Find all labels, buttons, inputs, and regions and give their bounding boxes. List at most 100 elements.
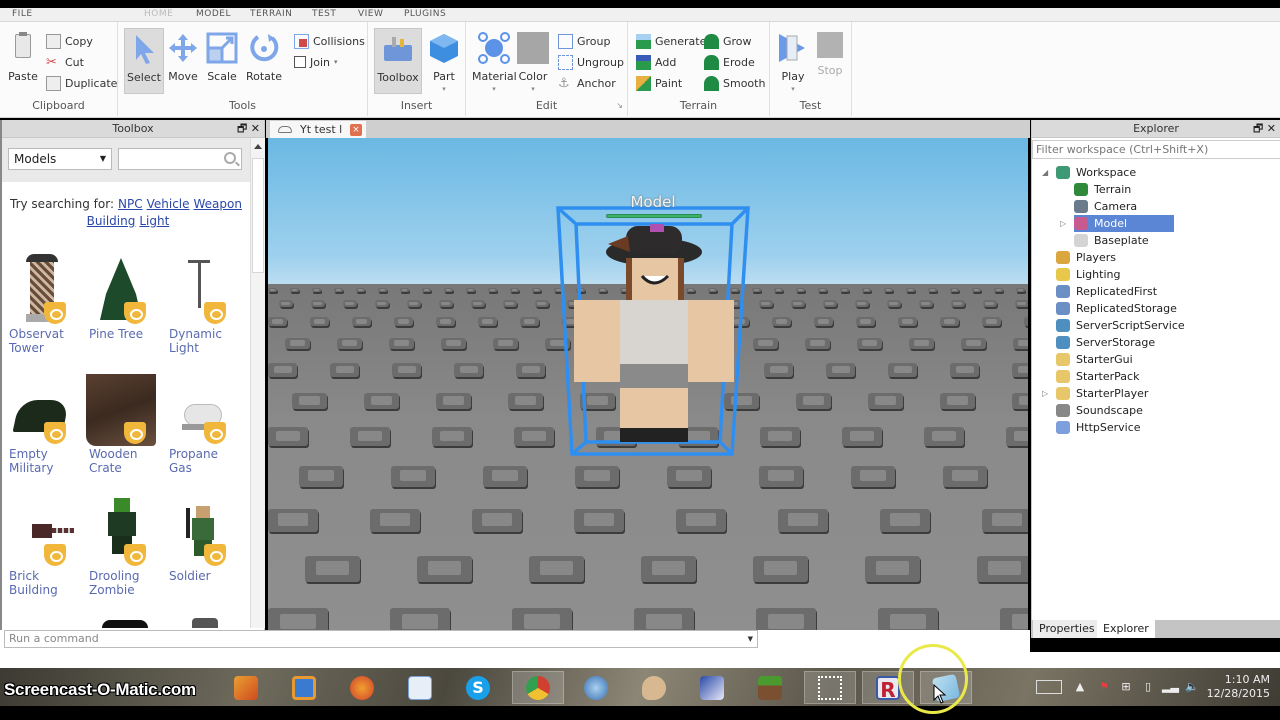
color-button[interactable]: Color ▾: [516, 28, 550, 94]
taskbar-media-player[interactable]: [278, 671, 330, 704]
grow-terrain-button[interactable]: Grow: [704, 32, 752, 50]
erode-terrain-button[interactable]: Erode: [704, 53, 755, 71]
toolbox-item[interactable]: Observat Tower: [2, 254, 80, 374]
select-button[interactable]: Select: [124, 28, 164, 94]
tab-home[interactable]: HOME: [144, 9, 173, 19]
suggestion-vehicle[interactable]: Vehicle: [147, 197, 190, 211]
action-center-flag-icon[interactable]: ⚑: [1096, 680, 1112, 694]
battery-icon[interactable]: ▯: [1140, 680, 1156, 694]
ungroup-button[interactable]: Ungroup: [558, 53, 624, 71]
material-button[interactable]: Material ▾: [472, 28, 517, 94]
suggestion-weapon[interactable]: Weapon: [194, 197, 242, 211]
toolbox-item[interactable]: Pine Tree: [82, 254, 160, 374]
collapse-arrow-icon[interactable]: ◢: [1042, 168, 1048, 177]
copy-button[interactable]: Copy: [46, 32, 93, 50]
tab-properties[interactable]: Properties: [1033, 620, 1101, 638]
volume-icon[interactable]: 🔈: [1184, 680, 1200, 694]
toolbox-item[interactable]: Empty Military: [2, 374, 80, 494]
baseplate-stud: [884, 288, 893, 293]
duplicate-button[interactable]: Duplicate: [46, 74, 117, 92]
3d-viewport[interactable]: Model: [268, 138, 1028, 630]
tab-model[interactable]: MODEL: [196, 9, 231, 19]
serverstorage-icon: [1056, 336, 1070, 349]
add-terrain-button[interactable]: Add: [636, 53, 676, 71]
suggestion-npc[interactable]: NPC: [118, 197, 143, 211]
taskbar-safari[interactable]: [570, 671, 622, 704]
toolbox-button[interactable]: Toolbox: [374, 28, 422, 94]
toolbox-item[interactable]: Brick Building: [2, 496, 80, 616]
toolbox-search-input[interactable]: [118, 148, 242, 170]
taskbar-painttool[interactable]: [686, 671, 738, 704]
baseplate-stud: [878, 608, 938, 630]
anchor-button[interactable]: ⚓ Anchor: [558, 74, 616, 92]
tab-test[interactable]: TEST: [312, 9, 336, 19]
taskbar-paint[interactable]: [628, 671, 680, 704]
undock-icon[interactable]: 🗗: [237, 122, 247, 135]
explorer-filter-input[interactable]: Filter workspace (Ctrl+Shift+X): [1032, 140, 1280, 159]
taskbar-skype[interactable]: S: [452, 671, 504, 704]
terrain-group-label: Terrain: [679, 99, 718, 112]
group-button[interactable]: Group: [558, 32, 611, 50]
baseplate-stud: [753, 556, 809, 582]
character-model[interactable]: [568, 222, 738, 462]
suggestion-building[interactable]: Building: [87, 214, 136, 228]
join-checkbox[interactable]: Join ▾: [294, 53, 338, 71]
expand-arrow-icon[interactable]: ▷: [1060, 219, 1066, 228]
chevron-down-icon[interactable]: ▼: [748, 631, 753, 647]
close-icon[interactable]: ✕: [1267, 122, 1276, 135]
network-signal-icon[interactable]: ▂▃: [1162, 680, 1179, 694]
scroll-up-icon[interactable]: [254, 144, 262, 149]
stop-button[interactable]: Stop: [812, 28, 848, 94]
dialog-launcher-icon[interactable]: ↘: [616, 101, 623, 110]
tab-file[interactable]: FILE: [12, 9, 33, 19]
close-tab-button[interactable]: ×: [350, 124, 362, 136]
cut-button[interactable]: ✂ Cut: [46, 53, 84, 71]
document-tab[interactable]: Yt test l ×: [270, 121, 366, 138]
move-button[interactable]: Move: [166, 28, 200, 94]
taskbar-snipping-tool[interactable]: [804, 671, 856, 704]
command-input[interactable]: Run a command ▼: [4, 630, 758, 648]
paste-button[interactable]: Paste: [4, 28, 42, 94]
baseplate-stud: [364, 393, 399, 410]
insert-group: Toolbox Part ▾ Insert: [368, 22, 466, 116]
tab-view[interactable]: VIEW: [358, 9, 383, 19]
tab-explorer[interactable]: Explorer: [1097, 620, 1155, 638]
suggestion-light[interactable]: Light: [139, 214, 169, 228]
collisions-toggle[interactable]: Collisions: [294, 32, 365, 50]
tab-plugins[interactable]: PLUGINS: [404, 9, 446, 19]
scale-button[interactable]: Scale: [204, 28, 240, 94]
show-hidden-icons-icon[interactable]: ▲: [1072, 680, 1088, 694]
generate-button[interactable]: Generate: [636, 32, 706, 50]
toolbox-item[interactable]: Propane Gas: [162, 374, 240, 494]
taskbar-chrome[interactable]: [512, 671, 564, 704]
smooth-terrain-button[interactable]: Smooth: [704, 74, 765, 92]
toolbox-item[interactable]: Soldier: [162, 496, 240, 616]
document-tab-bar: Yt test l ×: [266, 120, 1030, 138]
close-icon[interactable]: ✕: [251, 122, 260, 135]
rotate-button[interactable]: Rotate: [244, 28, 284, 94]
toolbox-scrollbar[interactable]: [250, 138, 265, 628]
toolbox-item[interactable]: Wooden Crate: [82, 374, 160, 494]
scrollbar-thumb[interactable]: [252, 158, 264, 273]
category-dropdown[interactable]: Models ▼: [8, 148, 112, 170]
tab-terrain[interactable]: TERRAIN: [250, 9, 292, 19]
part-button[interactable]: Part ▾: [426, 28, 462, 94]
baseplate-stud: [488, 288, 497, 293]
undock-icon[interactable]: 🗗: [1253, 122, 1263, 135]
taskbar-photos-app[interactable]: [220, 671, 272, 704]
system-clock[interactable]: 1:10 AM 12/28/2015: [1207, 673, 1270, 701]
tree-item-model[interactable]: Model: [1074, 215, 1174, 232]
taskbar-minecraft[interactable]: [744, 671, 796, 704]
touch-keyboard-icon[interactable]: [1036, 680, 1062, 694]
baseplate-stud: [764, 363, 794, 377]
toolbox-item[interactable]: Dynamic Light: [162, 254, 240, 374]
taskbar-wordpad[interactable]: [394, 671, 446, 704]
paint-terrain-button[interactable]: Paint: [636, 74, 682, 92]
expand-arrow-icon[interactable]: ▷: [1042, 389, 1048, 398]
toolbox-item[interactable]: Drooling Zombie: [82, 496, 160, 616]
screencast-watermark: Screencast-O-Matic.com: [4, 680, 196, 699]
play-button[interactable]: Play ▾: [774, 28, 812, 94]
windows-icon[interactable]: ⊞: [1118, 680, 1134, 694]
taskbar-firefox[interactable]: [336, 671, 388, 704]
baseplate-stud: [854, 300, 869, 307]
